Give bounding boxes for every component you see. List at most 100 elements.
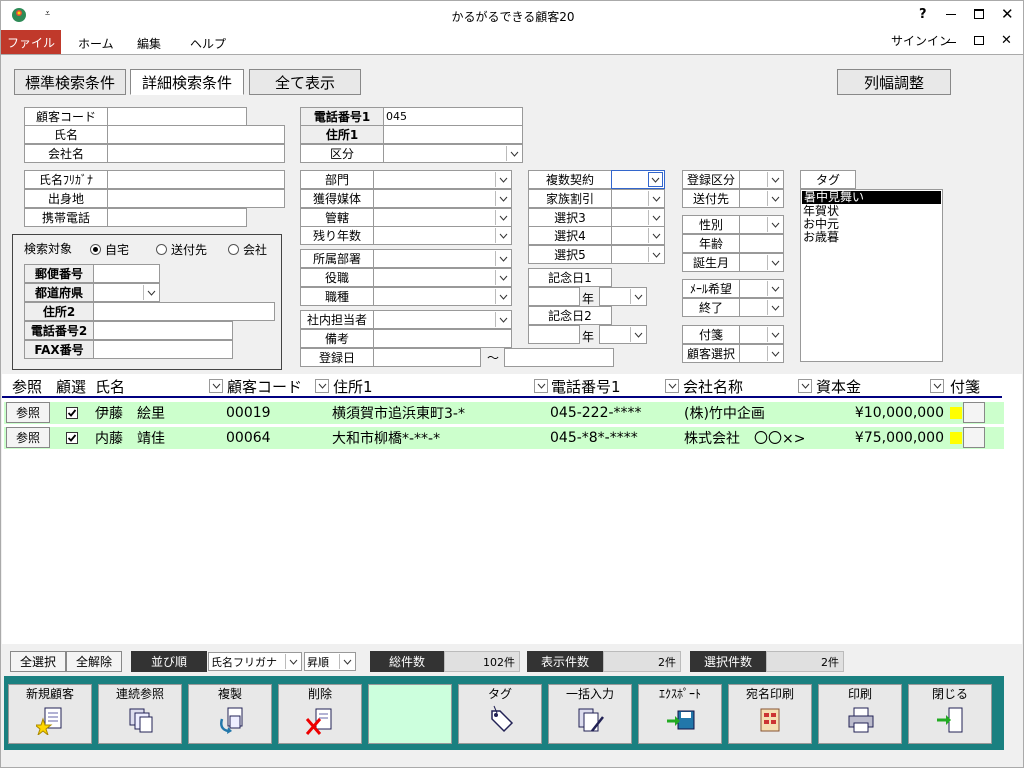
radio-home[interactable]: 自宅 [90,241,129,258]
print-button[interactable]: 印刷 [818,684,902,744]
affiliation-select[interactable] [373,249,512,268]
tag-item[interactable]: お歳暮 [801,231,942,244]
birthplace-input[interactable] [107,189,285,208]
ribbon-minimize-icon[interactable] [946,42,956,43]
close-icon[interactable]: ✕ [1001,5,1014,23]
edit-tab[interactable]: 編集 [137,35,161,52]
dept-select[interactable] [373,170,512,189]
name-input[interactable] [107,125,285,144]
customer-code-input[interactable] [107,107,247,126]
copy-icon [220,707,243,734]
phone2-input[interactable] [93,321,233,340]
sort-capital-icon[interactable] [930,379,944,393]
sort-addr-icon[interactable] [534,379,548,393]
sel4-select[interactable] [611,226,665,245]
select-all-button[interactable]: 全選択 [10,651,66,672]
media-select[interactable] [373,189,512,208]
name-kana-input[interactable] [107,170,285,189]
position-select[interactable] [373,268,512,287]
tag-listbox[interactable]: 暑中見舞い 年賀状 お中元 お歳暮 [800,189,943,362]
tag-button[interactable] [963,427,985,448]
minimize-icon[interactable] [946,14,956,15]
label-print-button[interactable]: 宛名印刷 [728,684,812,744]
select-checkbox[interactable] [66,407,78,419]
table-row[interactable]: 参照 内藤 靖佳 00064 大和市柳橋*-**-* 045-*8*-**** … [4,427,1004,449]
cell-company: 株式会社 〇〇×> [684,431,806,447]
tag-item[interactable]: 暑中見舞い [802,191,941,204]
tag-button[interactable] [963,402,985,423]
phone1-input[interactable]: 045 [383,107,523,126]
ref-button[interactable]: 参照 [6,427,50,448]
category-select[interactable] [383,144,523,163]
restore-icon[interactable] [974,36,984,45]
anniv1-year-input[interactable] [528,287,580,306]
sort-name-icon[interactable] [209,379,223,393]
birth-month-select[interactable] [739,253,784,272]
job-select[interactable] [373,287,512,306]
pref-select[interactable] [93,283,160,302]
home-tab[interactable]: ホーム [78,35,114,52]
reg-date-to[interactable] [504,348,614,367]
sort-phone-icon[interactable] [665,379,679,393]
label-multi-contract: 複数契約 [528,170,612,189]
jurisdiction-select[interactable] [373,208,512,227]
multi-ref-button[interactable]: 連続参照 [98,684,182,744]
radio-dest[interactable]: 送付先 [156,241,207,258]
company-input[interactable] [107,144,285,163]
bulk-input-label: 一括入力 [565,686,614,701]
anniv2-month-select[interactable] [599,325,647,344]
sort-code-icon[interactable] [315,379,329,393]
delete-button[interactable]: 削除 [278,684,362,744]
sort-company-icon[interactable] [798,379,812,393]
years-left-select[interactable] [373,226,512,245]
reg-date-from[interactable] [373,348,481,367]
end-select[interactable] [739,298,784,317]
close-toolbar-button[interactable]: 閉じる [908,684,992,744]
label-mobile: 携帯電話 [24,208,108,227]
sort-dir-select[interactable]: 昇順 [304,652,356,671]
staff-select[interactable] [373,310,512,329]
label-family-discount: 家族割引 [528,189,612,208]
age-input[interactable] [739,234,784,253]
bulk-input-button[interactable]: 一括入力 [548,684,632,744]
chevron-down-icon [143,285,158,300]
multi-contract-select[interactable] [611,170,665,189]
show-all-button[interactable]: 全て表示 [249,69,361,95]
tag-note-select[interactable] [739,325,784,344]
ref-button[interactable]: 参照 [6,402,50,423]
tag-toolbar-button[interactable]: タグ [458,684,542,744]
reg-cat-select[interactable] [739,170,784,189]
send-dest-select[interactable] [739,189,784,208]
remarks-input[interactable] [373,329,512,348]
new-customer-button[interactable]: 新規顧客 [8,684,92,744]
tab-detail-search[interactable]: 詳細検索条件 [130,69,244,95]
sel3-select[interactable] [611,208,665,227]
anniv2-year-input[interactable] [528,325,580,344]
postal-input[interactable] [93,264,160,283]
sort-field-select[interactable]: 氏名フリガナ [208,652,302,671]
file-tab[interactable]: ファイル [1,30,61,54]
maximize-icon[interactable] [974,9,984,19]
radio-company[interactable]: 会社 [228,241,267,258]
help-button[interactable]: ? [919,7,927,22]
tab-standard-search[interactable]: 標準検索条件 [14,69,126,95]
column-width-button[interactable]: 列幅調整 [837,69,951,95]
table-row[interactable]: 参照 伊藤 絵里 00019 横須賀市追浜東町3-* 045-222-**** … [4,402,1004,424]
select-checkbox[interactable] [66,432,78,444]
family-discount-select[interactable] [611,189,665,208]
copy-button[interactable]: 複製 [188,684,272,744]
mail-wish-select[interactable] [739,279,784,298]
export-button[interactable]: ｴｸｽﾎﾟｰﾄ [638,684,722,744]
ribbon-close-icon[interactable]: ✕ [1001,33,1012,48]
anniv1-month-select[interactable] [599,287,647,306]
help-tab[interactable]: ヘルプ [190,35,226,52]
sel5-select[interactable] [611,245,665,264]
fax-input[interactable] [93,340,233,359]
gender-select[interactable] [739,215,784,234]
cust-select-select[interactable] [739,344,784,363]
addr2-input[interactable] [93,302,275,321]
addr1-input[interactable] [383,125,523,144]
signin-link[interactable]: サインイン [891,32,951,49]
deselect-all-button[interactable]: 全解除 [66,651,122,672]
mobile-input[interactable] [107,208,247,227]
